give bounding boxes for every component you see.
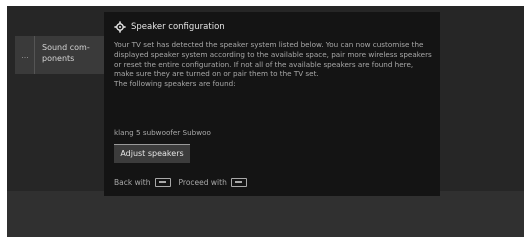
dialog-title-row: Speaker configuration: [114, 20, 225, 34]
speaker-configuration-dialog: Speaker configuration Your TV set has de…: [104, 12, 440, 196]
tv-screen: ... Sound com- ponents Speaker configura…: [7, 6, 524, 237]
found-speaker-item: klang 5 subwoofer Subwoo: [114, 128, 211, 137]
dialog-footer: Back with Proceed with: [114, 178, 255, 187]
body-paragraph: Your TV set has detected the speaker sys…: [114, 40, 432, 79]
proceed-key-icon: [230, 178, 247, 187]
dialog-body: Your TV set has detected the speaker sys…: [114, 40, 432, 89]
dialog-title: Speaker configuration: [131, 22, 225, 32]
footer-proceed-label: Proceed with: [178, 178, 227, 187]
sidebar-item-sound-components[interactable]: Sound com- ponents: [34, 36, 105, 74]
found-heading: The following speakers are found:: [114, 79, 236, 89]
bottom-band: [7, 191, 524, 237]
gear-icon: [114, 21, 126, 33]
sidebar-stub-label: ...: [21, 50, 29, 60]
sidebar-stub[interactable]: ...: [15, 36, 35, 74]
sidebar-item-label: Sound com- ponents: [42, 43, 90, 63]
footer-back-label: Back with: [114, 178, 151, 187]
back-key-icon: [154, 178, 171, 187]
adjust-speakers-button[interactable]: Adjust speakers: [114, 144, 190, 163]
